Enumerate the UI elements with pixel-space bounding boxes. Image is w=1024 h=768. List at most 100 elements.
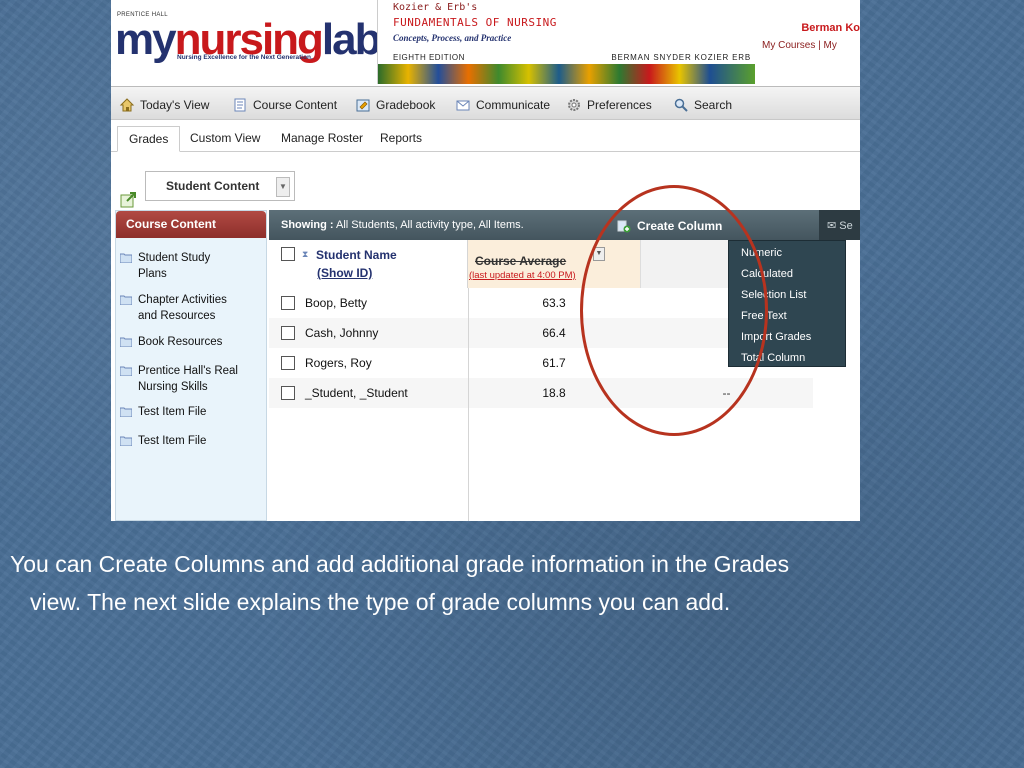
book-author-line: Kozier & Erb's: [393, 2, 478, 13]
folder-icon: [120, 253, 132, 263]
chevron-down-icon[interactable]: ▼: [276, 177, 290, 197]
row-checkbox[interactable]: [281, 326, 295, 340]
toolbar-course-content[interactable]: Course Content: [232, 95, 337, 115]
user-name: Berman Ko: [801, 22, 860, 34]
list-item-label: Test Item File: [138, 406, 207, 418]
user-links: Berman Ko My Courses | My: [756, 18, 860, 58]
list-item[interactable]: Test Item File: [120, 404, 206, 420]
course-average-header[interactable]: Course Average: [475, 254, 566, 268]
toolbar-communicate[interactable]: Communicate: [455, 95, 550, 115]
student-name-cell[interactable]: _Student, _Student: [305, 386, 408, 400]
logo-my: my: [115, 15, 177, 64]
toolbar-label: Search: [694, 98, 733, 112]
export-icon[interactable]: [119, 189, 139, 209]
folder-icon: [120, 407, 132, 417]
logo-tagline: Nursing Excellence for the Next Generati…: [177, 54, 313, 61]
toolbar-gradebook[interactable]: Gradebook: [355, 95, 435, 115]
row-checkbox[interactable]: [281, 296, 295, 310]
tab-reports[interactable]: Reports: [369, 126, 433, 152]
send-mail-button[interactable]: ✉ Se: [819, 210, 860, 240]
book-subtitle: Concepts, Process, and Practice: [393, 33, 512, 43]
my-courses-link[interactable]: My Courses | My: [762, 40, 837, 51]
list-item-label: Test Item File: [138, 435, 207, 447]
envelope-icon: [456, 100, 470, 111]
showing-label: Showing :: [281, 219, 334, 231]
student-name-cell[interactable]: Cash, Johnny: [305, 326, 378, 340]
add-column-icon: [617, 220, 631, 233]
gradebook-icon: [356, 99, 370, 112]
menu-item-free-text[interactable]: Free Text: [741, 310, 787, 322]
average-cell: 61.7: [542, 356, 566, 370]
grades-grid: Showing : All Students, All activity typ…: [269, 210, 860, 521]
row-checkbox[interactable]: [281, 356, 295, 370]
menu-item-numeric[interactable]: Numeric: [741, 247, 782, 259]
list-item-label: Student Study Plans: [138, 252, 211, 280]
menu-item-import-grades[interactable]: Import Grades: [741, 331, 811, 343]
folder-icon: [120, 295, 132, 305]
logo-lab: lab: [321, 15, 382, 64]
menu-item-selection-list[interactable]: Selection List: [741, 289, 806, 301]
select-all-checkbox[interactable]: [281, 247, 295, 261]
filter-bar: Showing : All Students, All activity typ…: [269, 210, 860, 240]
list-item[interactable]: Book Resources: [120, 334, 222, 350]
create-column-menu: Numeric Calculated Selection List Free T…: [728, 240, 846, 367]
average-cell: 63.3: [542, 296, 566, 310]
student-name-cell[interactable]: Rogers, Roy: [305, 356, 372, 370]
folder-icon: [120, 436, 132, 446]
toolbar-preferences[interactable]: Preferences: [566, 95, 652, 115]
list-item-label: Prentice Hall's Real Nursing Skills: [138, 365, 238, 393]
column-course-average: Course Average (last updated at 4:00 PM)…: [468, 240, 640, 288]
list-item[interactable]: Chapter Activities and Resources: [120, 292, 227, 324]
app-screenshot: PRENTICE HALL mynursinglab Nursing Excel…: [111, 0, 860, 521]
toolbar-label: Course Content: [253, 98, 338, 112]
content-select-value: Student Content: [166, 179, 260, 193]
book-edition: EIGHTH EDITION: [393, 53, 465, 62]
site-header: PRENTICE HALL mynursinglab Nursing Excel…: [111, 0, 860, 86]
create-column-button[interactable]: Create Column: [617, 216, 722, 236]
tab-grades[interactable]: Grades: [117, 126, 181, 152]
sort-icon[interactable]: ⧗: [302, 249, 308, 260]
grade-cell[interactable]: --: [640, 386, 813, 400]
row-checkbox[interactable]: [281, 386, 295, 400]
average-cell: 66.4: [542, 326, 566, 340]
create-column-label: Create Column: [637, 219, 723, 233]
column-menu-button[interactable]: ▼: [593, 247, 605, 261]
home-icon: [119, 98, 135, 112]
menu-item-total-column[interactable]: Total Column: [741, 352, 805, 364]
panel-title: Course Content: [116, 211, 266, 238]
course-content-panel: Course Content Student Study Plans Chapt…: [115, 210, 267, 521]
average-cell: 18.8: [542, 386, 566, 400]
show-id-link[interactable]: (Show ID): [317, 266, 372, 280]
folder-icon: [120, 366, 132, 376]
menu-item-calculated[interactable]: Calculated: [741, 268, 793, 280]
tab-manage-roster[interactable]: Manage Roster: [270, 126, 374, 152]
tab-custom-view[interactable]: Custom View: [179, 126, 271, 152]
toolbar-label: Communicate: [476, 98, 551, 112]
book-authors: BERMAN SNYDER KOZIER ERB: [611, 53, 751, 62]
folder-icon: [120, 337, 132, 347]
caption-line-2: view. The next slide explains the type o…: [30, 589, 731, 615]
list-item[interactable]: Prentice Hall's Real Nursing Skills: [120, 363, 238, 395]
list-item[interactable]: Test Item File: [120, 433, 206, 449]
slide-caption: You can Create Columns and add additiona…: [10, 545, 1010, 621]
student-name-header[interactable]: Student Name: [316, 248, 397, 262]
student-name-cell[interactable]: Boop, Betty: [305, 296, 367, 310]
gradebook-subtabs: Grades Custom View Manage Roster Reports: [111, 120, 860, 152]
list-item-label: Book Resources: [138, 336, 223, 348]
toolbar-search[interactable]: Search: [673, 95, 732, 115]
table-row[interactable]: _Student, _Student 18.8 --: [269, 378, 813, 408]
toolbar-label: Today's View: [140, 98, 210, 112]
gear-icon: [568, 99, 580, 111]
book-title: FUNDAMENTALS OF NURSING: [393, 16, 557, 29]
toolbar-todays-view[interactable]: Today's View: [119, 95, 209, 115]
column-divider: [468, 288, 469, 521]
toolbar-label: Gradebook: [376, 98, 436, 112]
mynursinglab-logo[interactable]: PRENTICE HALL mynursinglab Nursing Excel…: [115, 10, 381, 68]
list-item-label: Chapter Activities and Resources: [138, 294, 227, 322]
content-type-select[interactable]: Student Content ▼: [145, 171, 295, 201]
showing-filter: Showing : All Students, All activity typ…: [281, 219, 524, 231]
caption-line-1: You can Create Columns and add additiona…: [10, 551, 790, 577]
last-updated-link[interactable]: (last updated at 4:00 PM): [469, 270, 576, 281]
list-item[interactable]: Student Study Plans: [120, 250, 210, 282]
search-icon: [674, 98, 688, 112]
